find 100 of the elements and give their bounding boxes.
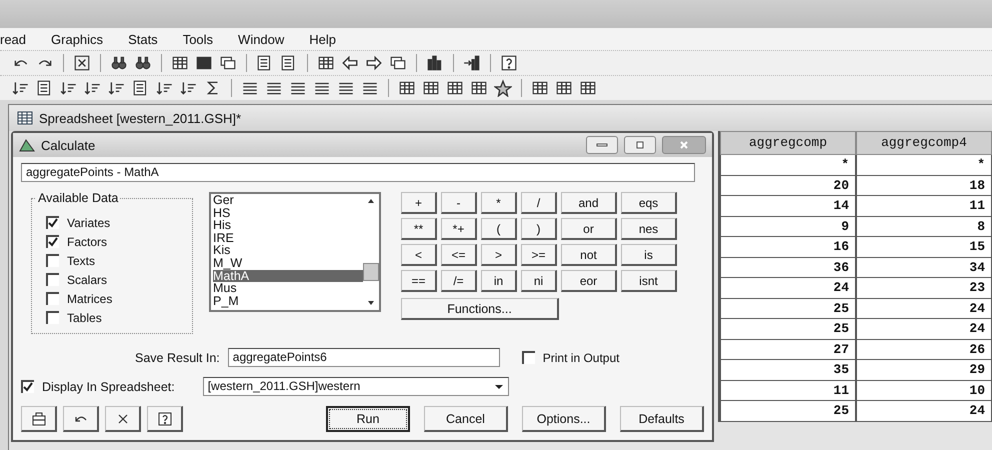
table-cell: 8: [856, 216, 992, 237]
scroll-thumb[interactable]: [363, 263, 379, 281]
undo-button[interactable]: [63, 406, 99, 432]
table-icon[interactable]: [446, 79, 464, 97]
table-cell: 24: [856, 401, 992, 422]
operator-button[interactable]: ni: [521, 270, 557, 292]
menu-item[interactable]: read: [0, 32, 28, 46]
table-icon[interactable]: [398, 79, 416, 97]
close-box-icon[interactable]: [73, 54, 91, 72]
operator-button[interactable]: <=: [441, 244, 477, 266]
operator-button[interactable]: eor: [561, 270, 617, 292]
delete-button[interactable]: [105, 406, 141, 432]
menu-item[interactable]: Window: [236, 32, 286, 46]
operator-button[interactable]: ==: [401, 270, 437, 292]
operator-button[interactable]: +: [401, 192, 437, 214]
checkbox[interactable]: [522, 351, 535, 364]
spreadsheet-dropdown[interactable]: [western_2011.GSH]western: [202, 377, 509, 396]
minimize-button[interactable]: [586, 136, 618, 154]
menu-item[interactable]: Stats: [126, 32, 160, 46]
table-cell: 36: [720, 258, 856, 278]
operator-button[interactable]: /=: [441, 270, 477, 292]
table-cell: *: [856, 155, 992, 176]
field-label: Save Result In:: [135, 350, 220, 364]
menu-item[interactable]: Help: [307, 32, 338, 46]
list-item[interactable]: IRE: [213, 232, 363, 244]
operator-button[interactable]: >: [481, 244, 517, 266]
list-item[interactable]: MathA: [213, 270, 363, 282]
operator-button[interactable]: in: [481, 270, 517, 292]
import-icon[interactable]: [463, 54, 481, 72]
mountain-icon: [19, 137, 35, 153]
table-cell: 34: [856, 258, 992, 278]
dialog-button[interactable]: Run: [326, 406, 410, 432]
operator-button[interactable]: *+: [441, 218, 477, 240]
bar-chart-icon[interactable]: [426, 54, 444, 72]
table-cell: 29: [856, 360, 992, 380]
operator-button[interactable]: is: [621, 244, 677, 266]
operator-button[interactable]: (: [481, 218, 517, 240]
close-button[interactable]: [662, 136, 706, 154]
save-result-field[interactable]: aggregatePoints6: [228, 348, 500, 367]
binoculars-icon[interactable]: [134, 54, 152, 72]
functions-button[interactable]: Functions...: [401, 298, 559, 320]
checkbox-label: Scalars: [67, 272, 108, 286]
checkbox[interactable]: [46, 273, 59, 286]
dialog-button[interactable]: Cancel: [424, 406, 508, 432]
operator-button[interactable]: *: [481, 192, 517, 214]
help-icon[interactable]: [500, 54, 518, 72]
windows-icon[interactable]: [219, 54, 237, 72]
dialog-button[interactable]: Options...: [522, 406, 606, 432]
table-icon[interactable]: [555, 79, 573, 97]
operator-button[interactable]: >=: [521, 244, 557, 266]
operator-button[interactable]: /: [521, 192, 557, 214]
arrow-left-icon[interactable]: [341, 54, 359, 72]
arrow-right-icon[interactable]: [365, 54, 383, 72]
checkbox[interactable]: [46, 292, 59, 305]
table-cell: 14: [720, 196, 856, 216]
toolbox-button[interactable]: [21, 406, 57, 432]
menu-item[interactable]: Graphics: [49, 32, 106, 46]
expression-field[interactable]: aggregatePoints - MathA: [21, 163, 695, 182]
table-icon[interactable]: [422, 79, 440, 97]
operator-button[interactable]: eqs: [621, 192, 677, 214]
help-icon: [156, 410, 172, 426]
table-icon[interactable]: [531, 79, 549, 97]
table-icon[interactable]: [579, 79, 597, 97]
list-item[interactable]: Ger: [213, 194, 363, 207]
operator-button[interactable]: isnt: [621, 270, 677, 292]
table-icon[interactable]: [171, 54, 189, 72]
table-icon[interactable]: [470, 79, 488, 97]
operator-button[interactable]: and: [561, 192, 617, 214]
list-item[interactable]: Kis: [213, 244, 363, 257]
windows-icon[interactable]: [389, 54, 407, 72]
operator-button[interactable]: <: [401, 244, 437, 266]
operator-button[interactable]: ): [521, 218, 557, 240]
dialog-button[interactable]: Defaults: [620, 406, 704, 432]
column-header[interactable]: aggregcomp: [720, 131, 856, 155]
operator-button[interactable]: or: [561, 218, 617, 240]
table-cell: 18: [856, 176, 992, 196]
maximize-button[interactable]: [624, 136, 656, 154]
operator-button[interactable]: nes: [621, 218, 677, 240]
star-icon[interactable]: [494, 79, 512, 97]
checkbox[interactable]: [46, 254, 59, 267]
table-cell: 25: [720, 319, 856, 340]
checkbox[interactable]: [46, 235, 59, 248]
table-icon[interactable]: [317, 54, 335, 72]
list-item[interactable]: M_W: [213, 256, 363, 270]
binoculars-icon[interactable]: [110, 54, 128, 72]
list-item[interactable]: Mus: [213, 282, 363, 295]
list-item[interactable]: HS: [213, 206, 363, 220]
checkbox[interactable]: [46, 311, 59, 324]
menu-item[interactable]: Tools: [180, 32, 216, 46]
operator-button[interactable]: -: [441, 192, 477, 214]
checkbox[interactable]: [46, 216, 59, 229]
checkbox[interactable]: [21, 380, 34, 393]
column-header[interactable]: aggregcomp4: [856, 131, 992, 155]
operator-button[interactable]: **: [401, 218, 437, 240]
operator-button[interactable]: not: [561, 244, 617, 266]
list-item[interactable]: His: [213, 219, 363, 232]
dropdown-arrow-icon: [494, 384, 504, 390]
list-item[interactable]: P_M: [213, 294, 363, 308]
help-button[interactable]: [147, 406, 183, 432]
table-cell: 25: [720, 401, 856, 422]
